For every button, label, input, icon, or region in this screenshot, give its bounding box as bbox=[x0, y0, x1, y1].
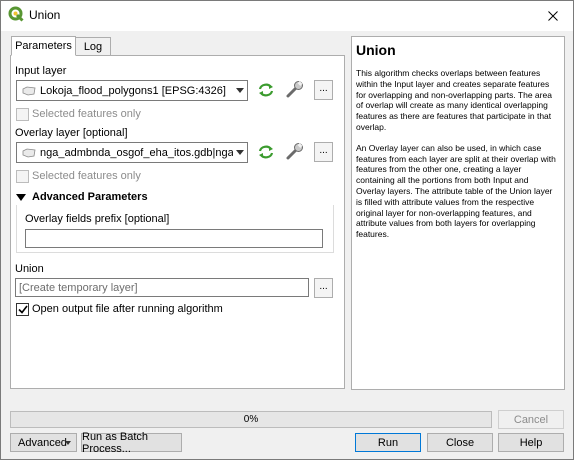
close-window-button[interactable] bbox=[533, 1, 573, 31]
union-output-browse-button[interactable]: ... bbox=[314, 278, 333, 298]
progress-text: 0% bbox=[243, 414, 259, 425]
input-layer-label: Input layer bbox=[15, 65, 67, 77]
iterate-features-button[interactable] bbox=[256, 80, 276, 100]
close-button[interactable]: Close bbox=[427, 433, 493, 452]
open-output-label: Open output file after running algorithm bbox=[32, 303, 223, 315]
overlay-layer-label: Overlay layer [optional] bbox=[15, 127, 128, 139]
union-output-input[interactable]: [Create temporary layer] bbox=[15, 278, 309, 297]
title-bar: Union bbox=[1, 1, 573, 31]
overlay-layer-combo[interactable]: nga_admbnda_osgof_eha_itos.gdb|nga_admbn… bbox=[16, 142, 248, 163]
window-title: Union bbox=[29, 8, 61, 22]
tab-log[interactable]: Log bbox=[75, 37, 111, 56]
advanced-parameters-header: Advanced Parameters bbox=[32, 191, 148, 203]
overlay-prefix-input[interactable] bbox=[25, 229, 323, 248]
union-output-label: Union bbox=[15, 263, 44, 275]
help-title: Union bbox=[356, 42, 396, 58]
input-layer-browse-button[interactable]: ... bbox=[314, 80, 333, 100]
close-icon bbox=[548, 11, 558, 21]
union-dialog: Union Parameters Log Input layer Lokoja_… bbox=[0, 0, 574, 460]
wrench-icon bbox=[286, 143, 303, 160]
chevron-down-icon bbox=[65, 441, 71, 445]
overlay-layer-value: nga_admbnda_osgof_eha_itos.gdb|nga_admbn… bbox=[40, 146, 233, 159]
wrench-icon bbox=[286, 81, 303, 98]
advanced-button-label: Advanced bbox=[18, 436, 67, 449]
selected-only-label-1: Selected features only bbox=[32, 108, 141, 120]
selected-only-checkbox-2[interactable] bbox=[16, 170, 29, 183]
polygon-layer-icon bbox=[22, 86, 36, 95]
advanced-dropdown-button[interactable]: Advanced bbox=[10, 433, 77, 452]
advanced-options-button-2[interactable] bbox=[285, 141, 305, 161]
input-layer-combo[interactable]: Lokoja_flood_polygons1 [EPSG:4326] bbox=[16, 80, 248, 101]
selected-only-checkbox-1[interactable] bbox=[16, 108, 29, 121]
selected-only-label-2: Selected features only bbox=[32, 170, 141, 182]
checkmark-icon bbox=[17, 305, 28, 314]
collapse-triangle-icon bbox=[16, 193, 26, 201]
open-output-checkbox[interactable] bbox=[16, 303, 29, 316]
tab-parameters[interactable]: Parameters bbox=[11, 36, 76, 56]
help-paragraph-1: This algorithm checks overlaps between f… bbox=[356, 68, 552, 132]
overlay-layer-browse-button[interactable]: ... bbox=[314, 142, 333, 162]
help-panel: Union This algorithm checks overlaps bet… bbox=[351, 36, 565, 390]
polygon-layer-icon bbox=[22, 148, 36, 157]
iterate-icon bbox=[258, 83, 274, 97]
progress-bar: 0% bbox=[10, 411, 492, 428]
iterate-features-button-2[interactable] bbox=[256, 142, 276, 162]
advanced-parameters-toggle[interactable]: Advanced Parameters bbox=[16, 190, 148, 204]
batch-process-button[interactable]: Run as Batch Process... bbox=[81, 431, 182, 455]
help-paragraph-2: An Overlay layer can also be used, in wh… bbox=[356, 142, 556, 240]
advanced-options-button[interactable] bbox=[285, 79, 305, 99]
iterate-icon bbox=[258, 145, 274, 159]
input-layer-value: Lokoja_flood_polygons1 [EPSG:4326] bbox=[40, 84, 226, 97]
overlay-prefix-label: Overlay fields prefix [optional] bbox=[25, 213, 170, 225]
chevron-down-icon bbox=[233, 150, 247, 155]
cancel-button[interactable]: Cancel bbox=[498, 410, 564, 429]
qgis-logo-icon bbox=[8, 6, 24, 22]
run-button[interactable]: Run bbox=[355, 433, 421, 452]
help-button[interactable]: Help bbox=[498, 433, 564, 452]
chevron-down-icon bbox=[233, 88, 247, 93]
